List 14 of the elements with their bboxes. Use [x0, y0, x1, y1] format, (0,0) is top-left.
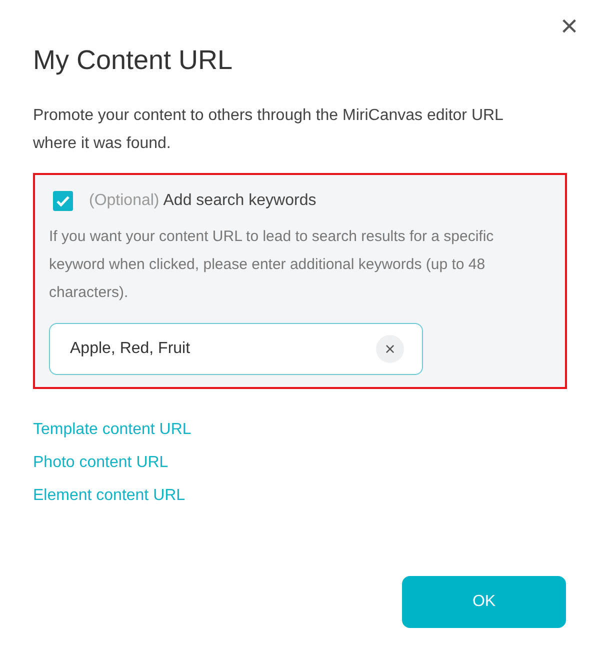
- help-text: If you want your content URL to lead to search results for a specific keyword when clicked, please enter additional keywords (up to 48 characters).: [49, 227, 495, 304]
- content-url-link[interactable]: Template content URL: [33, 418, 192, 442]
- content-url-link[interactable]: Element content URL: [33, 484, 186, 508]
- clear-button[interactable]: ×: [376, 335, 404, 364]
- content-url-link[interactable]: Photo content URL: [33, 451, 168, 476]
- keyword-input-field[interactable]: Apple, Red, Fruit ×: [49, 323, 423, 376]
- optional-note: (Optional): [89, 191, 160, 212]
- close-button[interactable]: ×: [556, 12, 582, 42]
- keyword-checkbox[interactable]: [53, 191, 73, 212]
- check-icon: [56, 195, 70, 208]
- checkbox-label: Add search keywords: [163, 191, 316, 212]
- description-text: Promote your content to others through the MiriCanvas editor URL where it was found.: [33, 106, 504, 154]
- dialog-title: My Content URL: [33, 44, 234, 76]
- ok-button[interactable]: OK: [402, 576, 566, 628]
